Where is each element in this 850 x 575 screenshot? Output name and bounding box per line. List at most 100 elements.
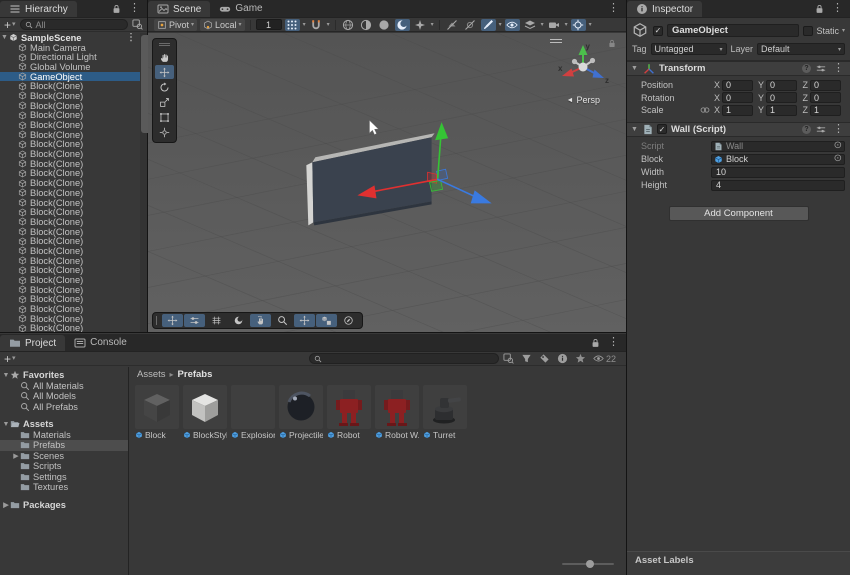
foldout-icon[interactable]: ▼: [631, 126, 639, 133]
hierarchy-item-block-clone[interactable]: Block(Clone): [0, 159, 140, 169]
levels-overlay-button[interactable]: [184, 314, 205, 327]
hierarchy-item-block-clone[interactable]: Block(Clone): [0, 324, 140, 332]
project-tree-item[interactable]: Settings: [0, 472, 128, 483]
fx-toggle-button[interactable]: [481, 19, 496, 31]
tag-dropdown[interactable]: Untagged ▾: [651, 43, 727, 55]
compass-overlay-button[interactable]: [338, 314, 359, 327]
project-tree-item[interactable]: All Models: [0, 391, 128, 402]
hierarchy-item-block-clone[interactable]: Block(Clone): [0, 140, 140, 150]
name-field[interactable]: GameObject: [667, 24, 799, 37]
value-field[interactable]: 4: [711, 180, 845, 191]
panel-menu-icon[interactable]: ⋮: [830, 3, 845, 14]
camera-settings-button[interactable]: [547, 19, 562, 31]
tab-console[interactable]: Console: [65, 334, 136, 351]
grid-overlay-button[interactable]: [206, 314, 227, 327]
tab-game[interactable]: Game: [210, 0, 271, 17]
layers-dropdown[interactable]: ▾: [541, 21, 544, 28]
pan-overlay-button[interactable]: [162, 314, 183, 327]
help-icon[interactable]: ?: [802, 64, 811, 73]
object-picker-icon[interactable]: ⊙: [834, 154, 842, 164]
asset-item[interactable]: Block: [135, 385, 179, 440]
hierarchy-item-block-clone[interactable]: Block(Clone): [0, 207, 140, 217]
filter-icon[interactable]: [521, 353, 532, 364]
axis-field[interactable]: 0: [810, 92, 841, 103]
hierarchy-item-block-clone[interactable]: Block(Clone): [0, 304, 140, 314]
hierarchy-item-block-clone[interactable]: Block(Clone): [0, 120, 140, 130]
hierarchy-item-block-clone[interactable]: Block(Clone): [0, 149, 140, 159]
component-menu-icon[interactable]: ⋮: [831, 63, 846, 74]
hierarchy-item-block-clone[interactable]: Block(Clone): [0, 111, 140, 121]
hierarchy-item-block-clone[interactable]: Block(Clone): [0, 198, 140, 208]
hierarchy-item-block-clone[interactable]: Block(Clone): [0, 169, 140, 179]
create-button[interactable]: +▾: [4, 19, 16, 31]
project-tree-item[interactable]: ▼Assets: [0, 419, 128, 430]
hierarchy-search-input[interactable]: All: [20, 19, 128, 30]
project-tree-item[interactable]: All Materials: [0, 381, 128, 392]
search-by-type-icon[interactable]: [503, 353, 514, 364]
axis-field[interactable]: 0: [766, 92, 797, 103]
project-tree-item[interactable]: All Prefabs: [0, 402, 128, 413]
render-overlay-button[interactable]: [228, 314, 249, 327]
gizmos-button[interactable]: [571, 19, 586, 31]
project-tree-item[interactable]: Prefabs: [0, 440, 128, 451]
static-dropdown[interactable]: ▾: [842, 27, 845, 34]
component-menu-icon[interactable]: ⋮: [831, 124, 846, 135]
magnet-snap-dropdown[interactable]: ▾: [327, 21, 330, 28]
static-toggle[interactable]: Static ▾: [803, 26, 845, 36]
help-icon[interactable]: ?: [802, 125, 811, 134]
orientation-gizmo[interactable]: x y z ◄ Persp: [548, 37, 618, 111]
hierarchy-item-block-clone[interactable]: Block(Clone): [0, 256, 140, 266]
pivot-toggle-button[interactable]: Pivot▾: [154, 19, 197, 31]
link-scale-icon[interactable]: [699, 106, 711, 114]
scene-viewport[interactable]: x y z ◄ Persp: [148, 33, 626, 332]
hierarchy-item-block-clone[interactable]: Block(Clone): [0, 266, 140, 276]
overlay-drag-handle[interactable]: [156, 316, 159, 325]
foldout-icon[interactable]: ▼: [631, 65, 639, 72]
magnet-snap-button[interactable]: [309, 19, 324, 31]
layers-button[interactable]: [523, 19, 538, 31]
camera-cull-button[interactable]: [463, 19, 478, 31]
object-field[interactable]: Wall⊙: [711, 141, 845, 152]
asset-item[interactable]: Robot W...: [375, 385, 419, 440]
axis-field[interactable]: 0: [722, 92, 753, 103]
project-tree-item[interactable]: ▼Favorites: [0, 370, 128, 381]
lighting-toggle-button[interactable]: [377, 19, 392, 31]
panel-menu-icon[interactable]: ⋮: [606, 337, 621, 348]
tab-scene[interactable]: Scene: [148, 1, 210, 17]
hierarchy-item[interactable]: Directional Light: [0, 52, 140, 62]
panel-menu-icon[interactable]: ⋮: [606, 3, 621, 14]
hierarchy-item-block-clone[interactable]: Block(Clone): [0, 188, 140, 198]
hierarchy-item-block-clone[interactable]: Block(Clone): [0, 227, 140, 237]
presets-icon[interactable]: [816, 64, 826, 73]
hierarchy-item-block-clone[interactable]: Block(Clone): [0, 236, 140, 246]
hierarchy-item-block-clone[interactable]: Block(Clone): [0, 81, 140, 91]
hierarchy-item-block-clone[interactable]: Block(Clone): [0, 101, 140, 111]
tab-project[interactable]: Project: [0, 335, 65, 351]
wall-component-header[interactable]: ▼ ✓ Wall (Script) ? ⋮: [627, 122, 850, 137]
asset-item[interactable]: Projectile: [279, 385, 323, 440]
search-by-label-icon[interactable]: [539, 353, 550, 364]
asset-labels-bar[interactable]: Asset Labels: [627, 551, 850, 575]
effects-dropdown[interactable]: ▾: [431, 21, 434, 28]
hierarchy-item-block-clone[interactable]: Block(Clone): [0, 178, 140, 188]
object-field[interactable]: Block⊙: [711, 154, 845, 165]
scene-visibility-button[interactable]: [445, 19, 460, 31]
rect-tool-button[interactable]: [155, 110, 174, 124]
presets-icon[interactable]: [816, 125, 826, 134]
hierarchy-item[interactable]: Main Camera: [0, 43, 140, 53]
zoom-overlay-button[interactable]: [272, 314, 293, 327]
object-picker-icon[interactable]: ⊙: [834, 141, 842, 151]
axis-field[interactable]: 1: [722, 105, 753, 116]
lock-icon[interactable]: [112, 4, 121, 14]
project-search-input[interactable]: [309, 353, 499, 364]
breadcrumb-assets[interactable]: Assets: [137, 369, 166, 380]
asset-item[interactable]: Turret: [423, 385, 467, 440]
slider-knob[interactable]: [586, 560, 594, 568]
effects-button[interactable]: [413, 19, 428, 31]
tab-inspector[interactable]: Inspector: [627, 1, 702, 17]
project-tree-item[interactable]: Materials: [0, 430, 128, 441]
visibility-eye-button[interactable]: [505, 19, 520, 31]
layer-dropdown[interactable]: Default ▾: [757, 43, 845, 55]
asset-item[interactable]: Robot: [327, 385, 371, 440]
hierarchy-scene-row[interactable]: ▼SampleScene⋮: [0, 33, 140, 43]
